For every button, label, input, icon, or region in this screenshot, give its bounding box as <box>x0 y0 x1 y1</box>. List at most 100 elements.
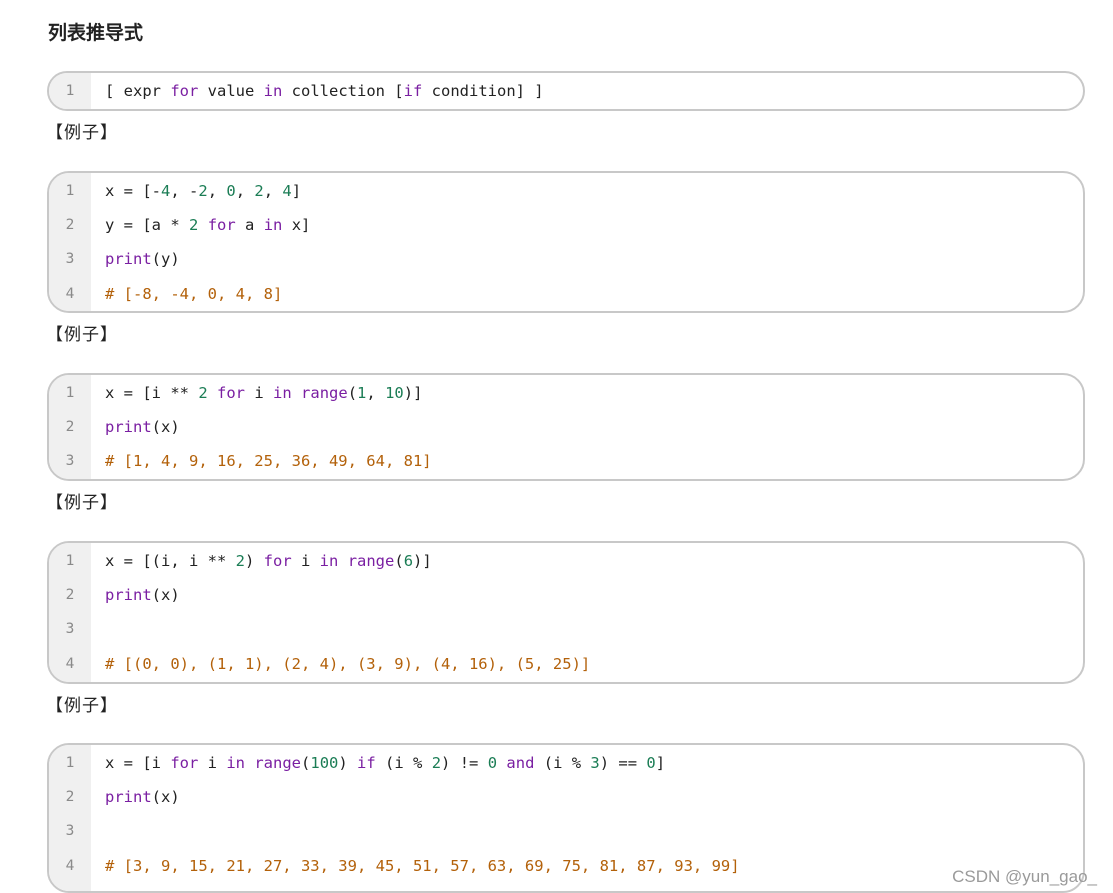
code-token: (x) <box>151 788 180 806</box>
code-keyword: in <box>226 754 245 772</box>
code-token: , <box>207 182 227 200</box>
code-block-example-3: 1x = [(i, i ** 2) for i in range(6)] 2 pri… <box>47 541 1085 684</box>
line-number: 1 <box>65 83 75 99</box>
code-token: , <box>366 384 386 402</box>
example-label: 【例子】 <box>46 493 118 513</box>
line-number: 2 <box>65 789 75 805</box>
code-keyword: for <box>170 82 199 100</box>
code-token: collection [ <box>282 82 404 100</box>
code-keyword: print <box>105 418 152 436</box>
code-text: # [-8, -4, 0, 4, 8] <box>91 285 282 303</box>
code-line: 4 # [(0, 0), (1, 1), (2, 4), (3, 9), (4, … <box>49 647 1083 681</box>
code-token: (i % <box>375 754 432 772</box>
code-token: ) <box>245 552 264 570</box>
code-number: 4 <box>282 182 292 200</box>
code-token: ) == <box>599 754 647 772</box>
code-token: condition] ] <box>422 82 544 100</box>
code-line: 4 # [3, 9, 15, 21, 27, 33, 39, 45, 51, 57… <box>49 849 1083 883</box>
code-keyword: in <box>319 552 339 570</box>
code-text: # [1, 4, 9, 16, 25, 36, 49, 64, 81] <box>91 452 432 470</box>
code-keyword: print <box>105 788 152 806</box>
code-token: ) <box>338 754 358 772</box>
code-keyword: range <box>254 754 302 772</box>
code-token: i <box>198 754 227 772</box>
code-token: ] <box>655 754 666 772</box>
code-text: print(x) <box>91 788 180 806</box>
line-number: 3 <box>65 621 75 637</box>
code-keyword: range <box>301 384 348 402</box>
code-number: 4 <box>161 182 171 200</box>
code-token: i <box>245 384 274 402</box>
example-label: 【例子】 <box>46 325 118 345</box>
code-keyword: if <box>357 754 376 772</box>
code-token: (i % <box>534 754 591 772</box>
code-comment: # [(0, 0), (1, 1), (2, 4), (3, 9), (4, 1… <box>105 655 591 673</box>
code-number: 10 <box>385 384 404 402</box>
code-number: 2 <box>235 552 245 570</box>
code-token: )] <box>403 384 423 402</box>
code-line: 3 <box>49 814 1083 848</box>
code-token: ) != <box>441 754 488 772</box>
code-keyword: in <box>263 82 283 100</box>
line-number: 3 <box>65 823 75 839</box>
code-number: 2 <box>254 182 264 200</box>
code-block-syntax: 1 [ expr for value in collection [if cond… <box>47 71 1085 111</box>
code-text: x = [i for i in range(100) if (i % 2) !=… <box>91 754 665 772</box>
code-number: 1 <box>357 384 367 402</box>
code-number: 0 <box>226 182 236 200</box>
code-text: y = [a * 2 for a in x] <box>91 216 310 234</box>
code-token: x] <box>282 216 311 234</box>
code-line: 1 x = [(i, i ** 2) for i in range(6)] <box>49 544 1083 578</box>
code-keyword: for <box>263 552 292 570</box>
code-keyword: range <box>347 552 395 570</box>
code-line: 2 print(x) <box>49 780 1083 814</box>
line-number: 1 <box>65 755 75 771</box>
code-line: 3 <box>49 612 1083 646</box>
line-number: 2 <box>65 419 75 435</box>
code-line: 2 y = [a * 2 for a in x] <box>49 208 1083 242</box>
line-number: 2 <box>65 217 75 233</box>
code-token: x = [i <box>105 754 171 772</box>
code-line: 2 print(x) <box>49 578 1083 612</box>
line-number: 1 <box>65 183 75 199</box>
code-token: ( <box>347 384 358 402</box>
code-keyword: print <box>105 586 152 604</box>
code-keyword: and <box>506 754 535 772</box>
code-block-example-4: 1 x = [i for i in range(100) if (i % 2) !… <box>47 743 1085 893</box>
page-title: 列表推导式 <box>48 22 144 44</box>
code-line: 3 print(y) <box>49 242 1083 276</box>
line-number: 1 <box>65 385 75 401</box>
code-keyword: if <box>403 82 423 100</box>
code-token: ] <box>291 182 302 200</box>
code-token: , <box>263 182 283 200</box>
line-number: 3 <box>65 453 75 469</box>
code-token: i <box>291 552 320 570</box>
line-number: 3 <box>65 251 75 267</box>
code-comment: # [-8, -4, 0, 4, 8] <box>105 285 283 303</box>
code-number: 3 <box>590 754 600 772</box>
line-number: 4 <box>65 656 75 672</box>
code-token: x = [(i, i ** <box>105 552 236 570</box>
code-keyword: in <box>263 216 283 234</box>
code-block-example-1: 1x = [-4, -2, 0, 2, 4] 2 y = [a * 2 for a … <box>47 171 1085 313</box>
code-token: (x) <box>151 418 180 436</box>
code-block-example-2: 1x = [i ** 2 for i in range(1, 10)] 2 prin… <box>47 373 1085 481</box>
code-text: # [(0, 0), (1, 1), (2, 4), (3, 9), (4, 1… <box>91 655 590 673</box>
code-token: (x) <box>151 586 180 604</box>
example-label: 【例子】 <box>46 123 118 143</box>
code-comment: # [3, 9, 15, 21, 27, 33, 39, 45, 51, 57,… <box>105 857 740 875</box>
example-label: 【例子】 <box>46 696 118 716</box>
code-token: x = [- <box>105 182 161 200</box>
code-token: , - <box>170 182 199 200</box>
code-keyword: for <box>207 216 236 234</box>
code-text: # [3, 9, 15, 21, 27, 33, 39, 45, 51, 57,… <box>91 857 740 875</box>
code-text: print(x) <box>91 586 180 604</box>
watermark: CSDN @yun_gao_ <box>952 867 1097 886</box>
code-number: 100 <box>310 754 339 772</box>
code-line: 3 # [1, 4, 9, 16, 25, 36, 49, 64, 81] <box>49 444 1083 478</box>
code-text: x = [-4, -2, 0, 2, 4] <box>91 182 301 200</box>
